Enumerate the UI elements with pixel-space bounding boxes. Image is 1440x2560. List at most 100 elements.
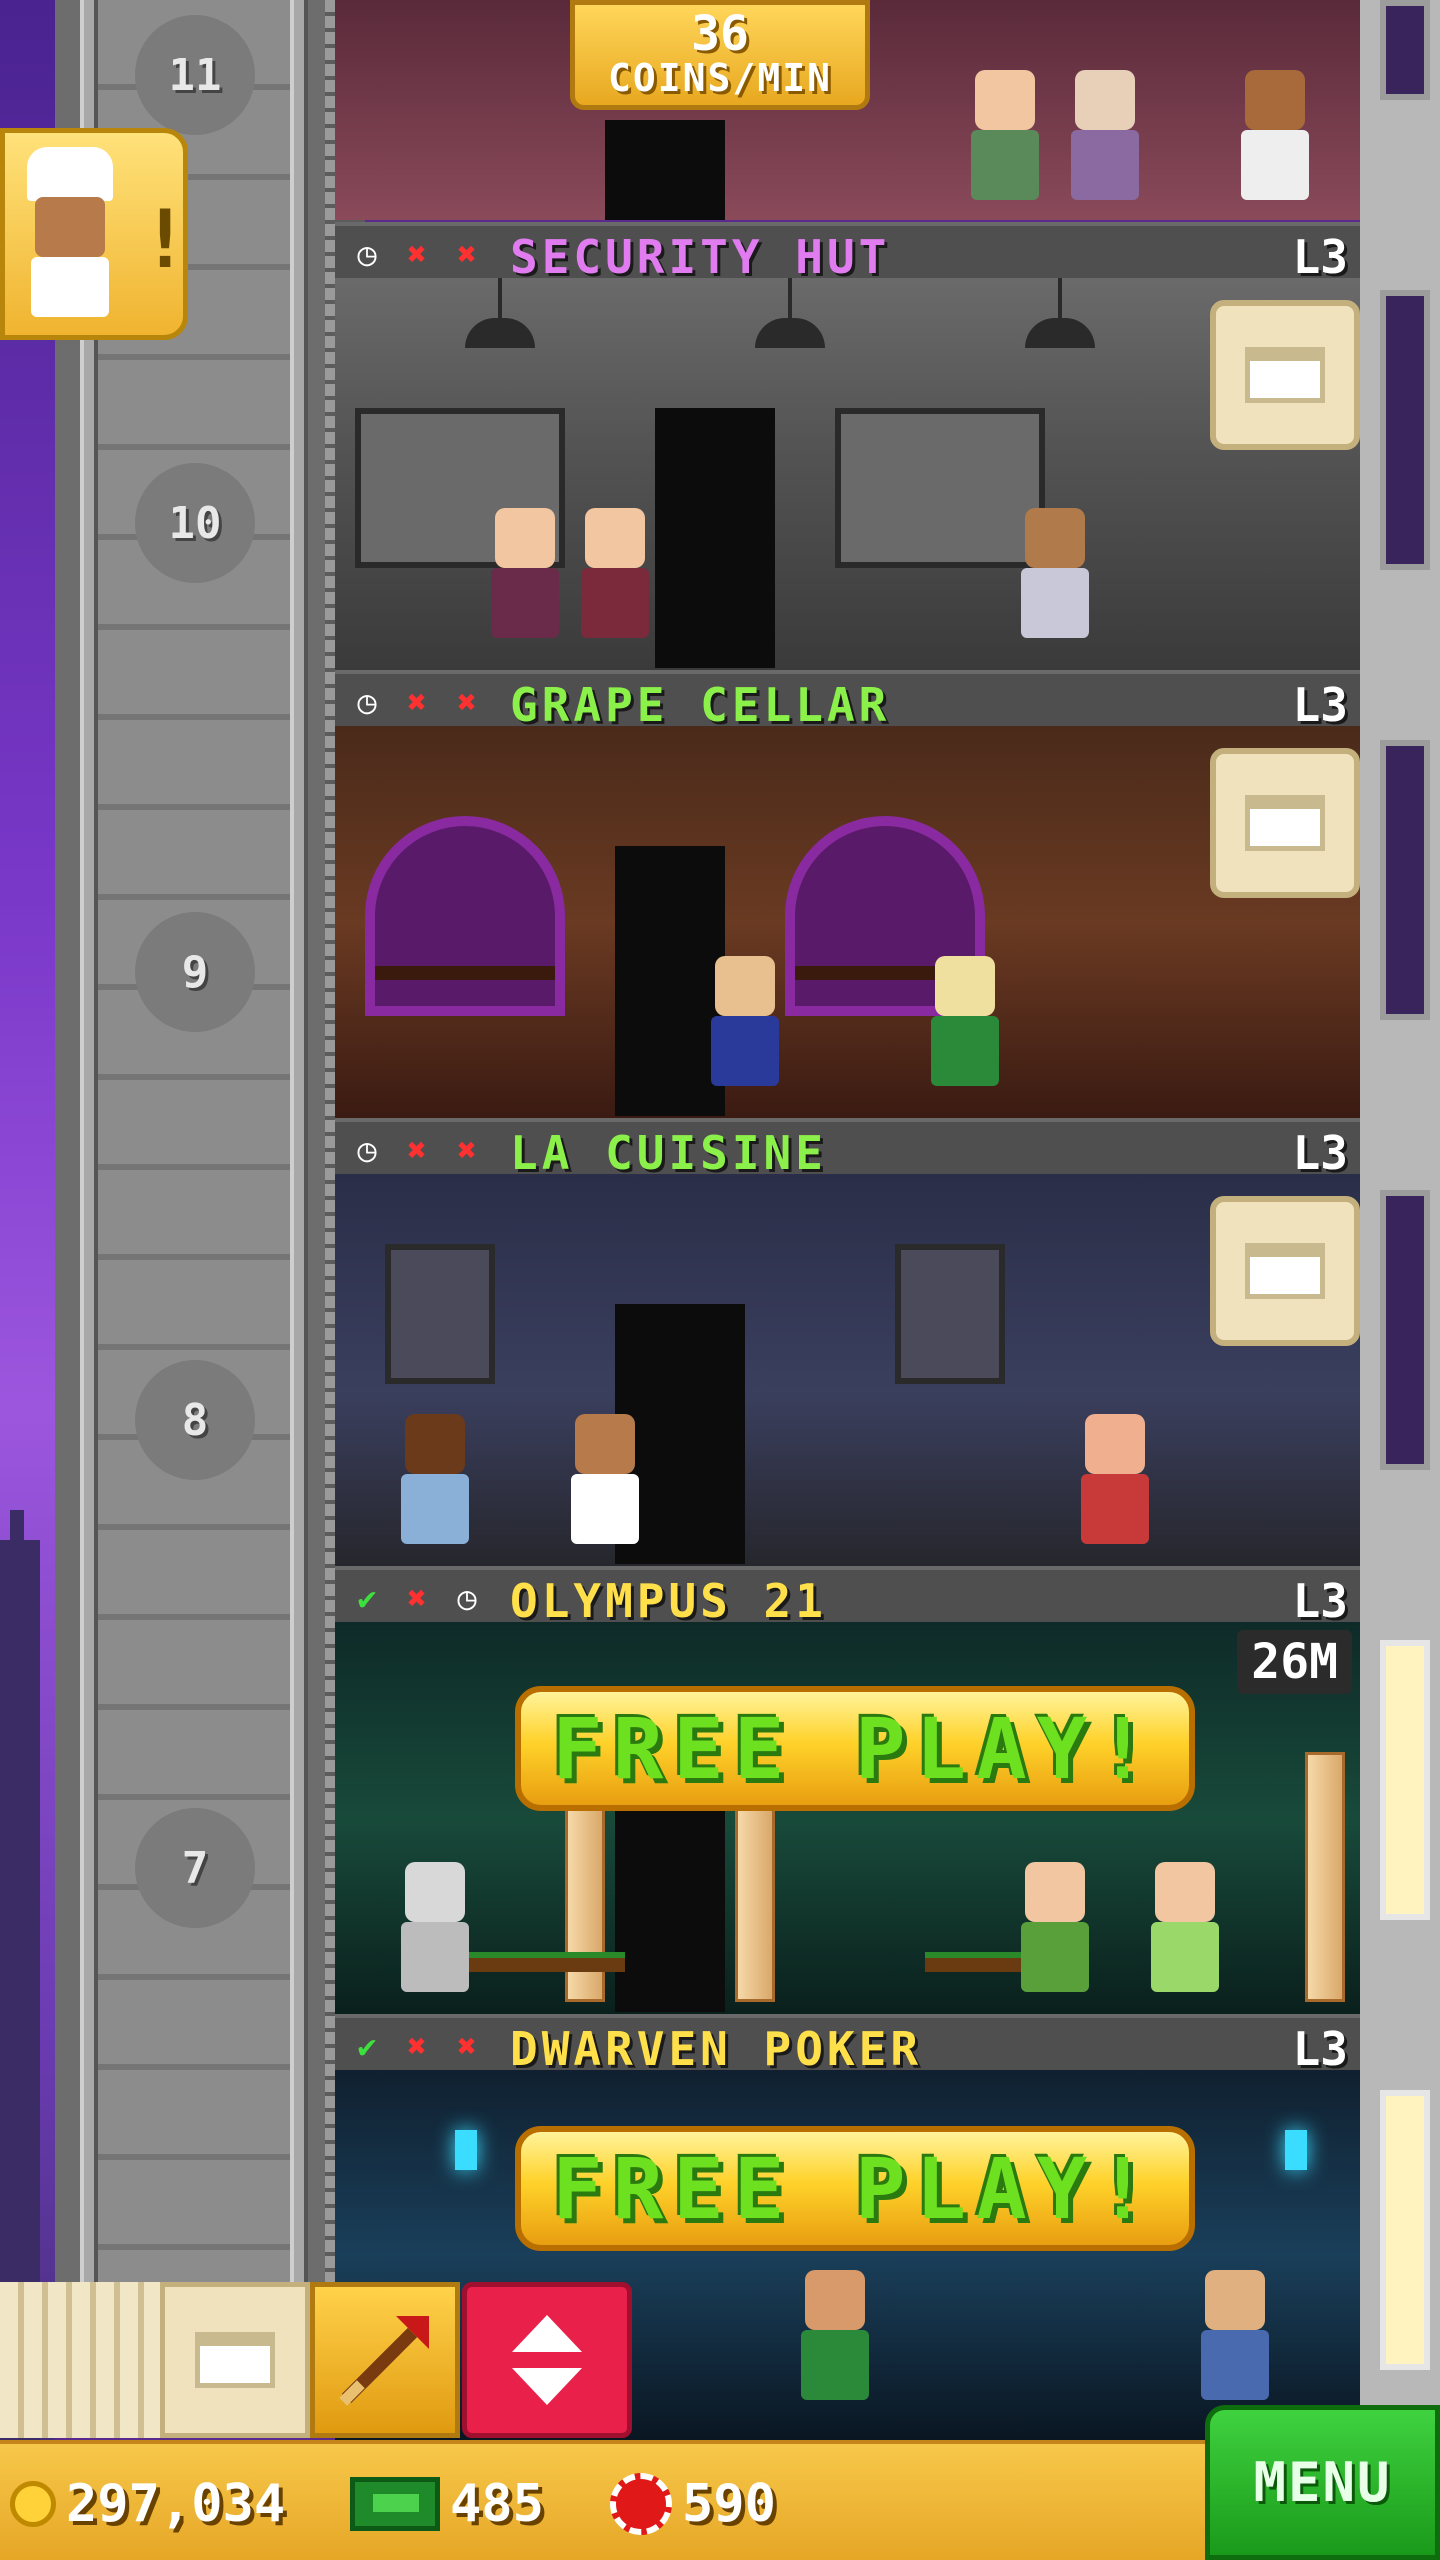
- floor-level: L3: [1292, 2022, 1348, 2076]
- chips-value: 590: [682, 2474, 776, 2534]
- ceiling-lamp: [755, 278, 825, 348]
- coins-value: 297,034: [66, 2474, 286, 2534]
- restock-crate-button[interactable]: [1210, 1196, 1360, 1346]
- floor-header: ✔ ✖ ✖ DWARVEN POKER L3: [335, 2014, 1360, 2076]
- free-play-button[interactable]: FREE PLAY!: [515, 2126, 1195, 2251]
- x-mark-icon: ✖: [407, 1131, 427, 1169]
- blue-torch: [1285, 2130, 1307, 2170]
- x-mark-icon: ✖: [457, 1131, 477, 1169]
- dwarf-bitizen: [1195, 2270, 1275, 2410]
- chef-bitizen: [565, 1414, 645, 1554]
- coin-icon: [10, 2481, 56, 2527]
- floor-11[interactable]: 36 COINS/MIN: [335, 0, 1360, 225]
- dwarf-bitizen: [795, 2270, 875, 2410]
- x-mark-icon: ✖: [457, 2027, 477, 2065]
- coins-per-minute-value: 36: [691, 6, 749, 62]
- floor-number-8: 8: [135, 1360, 255, 1480]
- check-icon: ✔: [357, 2027, 377, 2065]
- bitizen: [1015, 1862, 1095, 2002]
- floor-grape-cellar[interactable]: ◷ ✖ ✖ GRAPE CELLAR L3: [335, 670, 1360, 1120]
- wine-arch: [365, 816, 565, 1016]
- floor-number-7: 7: [135, 1808, 255, 1928]
- restock-crate-button[interactable]: [1210, 748, 1360, 898]
- casino-table: [465, 1952, 625, 1972]
- chef-notification[interactable]: !: [0, 128, 189, 340]
- floor-header: ◷ ✖ ✖ GRAPE CELLAR L3: [335, 670, 1360, 732]
- bitizen-guard: [1015, 508, 1095, 648]
- right-building-edge: [1360, 0, 1440, 2440]
- elevator-button[interactable]: [462, 2282, 632, 2438]
- floor-name: OLYMPUS 21: [510, 1574, 827, 1628]
- bitizen: [575, 508, 655, 648]
- floor-level: L3: [1292, 678, 1348, 732]
- floor-olympus-21[interactable]: ✔ ✖ ◷ OLYMPUS 21 L3 26M FREE PLAY!: [335, 1566, 1360, 2016]
- elevator-icon: [512, 2315, 582, 2405]
- edge-window: [1380, 290, 1430, 570]
- floor-level: L3: [1292, 230, 1348, 284]
- x-mark-icon: ✖: [457, 235, 477, 273]
- clock-icon: ◷: [357, 1131, 377, 1169]
- floor-header: ✔ ✖ ◷ OLYMPUS 21 L3: [335, 1566, 1360, 1628]
- doorway: [655, 408, 775, 668]
- edge-window-lit: [1380, 2090, 1430, 2370]
- menu-button[interactable]: MENU: [1205, 2405, 1440, 2560]
- stack-icon[interactable]: [0, 2282, 160, 2438]
- blue-torch: [455, 2130, 477, 2170]
- floor-scene: [335, 1174, 1360, 1568]
- x-mark-icon: ✖: [407, 2027, 427, 2065]
- bitizen: [1235, 70, 1315, 210]
- crate-button[interactable]: [160, 2282, 310, 2438]
- floor-name: SECURITY HUT: [510, 230, 891, 284]
- floor-la-cuisine[interactable]: ◷ ✖ ✖ LA CUISINE L3: [335, 1118, 1360, 1568]
- ceiling-lamp: [1025, 278, 1095, 348]
- free-play-button[interactable]: FREE PLAY!: [515, 1686, 1195, 1811]
- x-mark-icon: ✖: [457, 683, 477, 721]
- chef-coat: [31, 257, 109, 317]
- coins-per-minute-unit: COINS/MIN: [608, 56, 832, 100]
- bux-icon: [350, 2477, 440, 2531]
- bitizen: [1065, 70, 1145, 210]
- arrow-icon: [339, 2316, 429, 2406]
- bitizen: [1145, 1862, 1225, 2002]
- floor-header: ◷ ✖ ✖ SECURITY HUT L3: [335, 222, 1360, 284]
- doorway: [605, 120, 725, 220]
- wall-portrait: [895, 1244, 1005, 1384]
- elevator-shaft[interactable]: [55, 0, 365, 2290]
- floor-level: L3: [1292, 1126, 1348, 1180]
- shaft-rail-left: [80, 0, 98, 2290]
- crate-icon: [1245, 1243, 1325, 1299]
- clock-icon: ◷: [357, 683, 377, 721]
- crate-icon: [1245, 347, 1325, 403]
- shaft-rail-right: [290, 0, 308, 2290]
- chef-face: [35, 197, 105, 257]
- floor-scene: [335, 1622, 1360, 2016]
- floor-name: LA CUISINE: [510, 1126, 827, 1180]
- floor-security-hut[interactable]: ◷ ✖ ✖ SECURITY HUT L3: [335, 222, 1360, 672]
- arrow-button[interactable]: [310, 2282, 460, 2438]
- statue: [395, 1862, 475, 2002]
- ceiling-lamp: [465, 278, 535, 348]
- clock-icon: ◷: [457, 1579, 477, 1617]
- bitizen: [485, 508, 565, 648]
- floor-name: DWARVEN POKER: [510, 2022, 923, 2076]
- crate-icon: [1245, 795, 1325, 851]
- doorway: [615, 1802, 725, 2012]
- floor-scene: [335, 726, 1360, 1120]
- check-icon: ✔: [357, 1579, 377, 1617]
- bitizen: [705, 956, 785, 1096]
- x-mark-icon: ✖: [407, 235, 427, 273]
- floor-scene: [335, 278, 1360, 672]
- restock-crate-button[interactable]: [1210, 300, 1360, 450]
- bitizen: [925, 956, 1005, 1096]
- chef-hat: [27, 147, 113, 201]
- coins-per-minute-banner: 36 COINS/MIN: [570, 0, 870, 110]
- edge-window: [1380, 740, 1430, 1020]
- chips-stat: 590: [610, 2466, 776, 2542]
- coins-stat: 297,034: [10, 2466, 285, 2542]
- crate-icon: [195, 2332, 275, 2388]
- monitor-wall: [835, 408, 1045, 568]
- wall-portrait: [385, 1244, 495, 1384]
- x-mark-icon: ✖: [407, 683, 427, 721]
- clock-icon: ◷: [357, 235, 377, 273]
- greek-pillar: [1305, 1752, 1345, 2002]
